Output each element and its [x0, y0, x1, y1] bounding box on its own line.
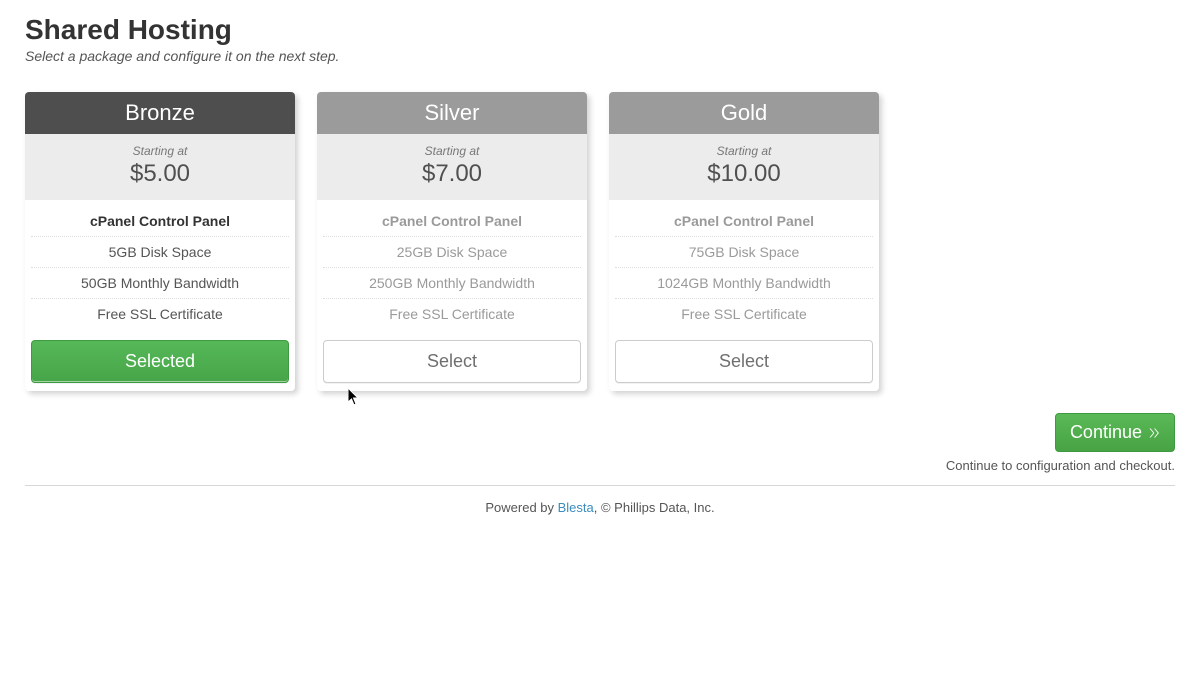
plan-price-block: Starting at $10.00 [609, 134, 879, 200]
plan-features: cPanel Control Panel 75GB Disk Space 102… [609, 200, 879, 335]
continue-button-label: Continue [1070, 422, 1142, 443]
footer-prefix: Powered by [485, 500, 557, 515]
footer-suffix: , © Phillips Data, Inc. [594, 500, 715, 515]
feature-item: 1024GB Monthly Bandwidth [615, 267, 873, 298]
feature-item: 75GB Disk Space [615, 236, 873, 267]
feature-item: Free SSL Certificate [31, 298, 289, 329]
plans-row: Bronze Starting at $5.00 cPanel Control … [25, 92, 1175, 391]
feature-item: cPanel Control Panel [31, 206, 289, 236]
select-button[interactable]: Select [323, 340, 581, 383]
plan-card-silver: Silver Starting at $7.00 cPanel Control … [317, 92, 587, 391]
feature-item: 25GB Disk Space [323, 236, 581, 267]
plan-header: Bronze [25, 92, 295, 134]
plan-features: cPanel Control Panel 5GB Disk Space 50GB… [25, 200, 295, 335]
select-button[interactable]: Select [615, 340, 873, 383]
plan-price: $10.00 [609, 160, 879, 188]
plan-price-block: Starting at $7.00 [317, 134, 587, 200]
continue-button[interactable]: Continue [1055, 413, 1175, 452]
plan-header: Gold [609, 92, 879, 134]
starting-at-label: Starting at [609, 144, 879, 158]
plan-price: $7.00 [317, 160, 587, 188]
page-title: Shared Hosting [25, 14, 1175, 46]
select-button[interactable]: Selected [31, 340, 289, 383]
plan-card-gold: Gold Starting at $10.00 cPanel Control P… [609, 92, 879, 391]
feature-item: Free SSL Certificate [615, 298, 873, 329]
plan-card-bronze: Bronze Starting at $5.00 cPanel Control … [25, 92, 295, 391]
divider [25, 485, 1175, 486]
feature-item: 5GB Disk Space [31, 236, 289, 267]
chevron-double-right-icon [1148, 427, 1160, 439]
footer: Powered by Blesta, © Phillips Data, Inc. [25, 500, 1175, 515]
continue-hint: Continue to configuration and checkout. [25, 458, 1175, 473]
feature-item: cPanel Control Panel [323, 206, 581, 236]
page-subtitle: Select a package and configure it on the… [25, 48, 1175, 64]
plan-price: $5.00 [25, 160, 295, 188]
starting-at-label: Starting at [317, 144, 587, 158]
plan-header: Silver [317, 92, 587, 134]
footer-link[interactable]: Blesta [558, 500, 594, 515]
plan-price-block: Starting at $5.00 [25, 134, 295, 200]
starting-at-label: Starting at [25, 144, 295, 158]
feature-item: Free SSL Certificate [323, 298, 581, 329]
feature-item: 250GB Monthly Bandwidth [323, 267, 581, 298]
feature-item: 50GB Monthly Bandwidth [31, 267, 289, 298]
plan-features: cPanel Control Panel 25GB Disk Space 250… [317, 200, 587, 335]
feature-item: cPanel Control Panel [615, 206, 873, 236]
